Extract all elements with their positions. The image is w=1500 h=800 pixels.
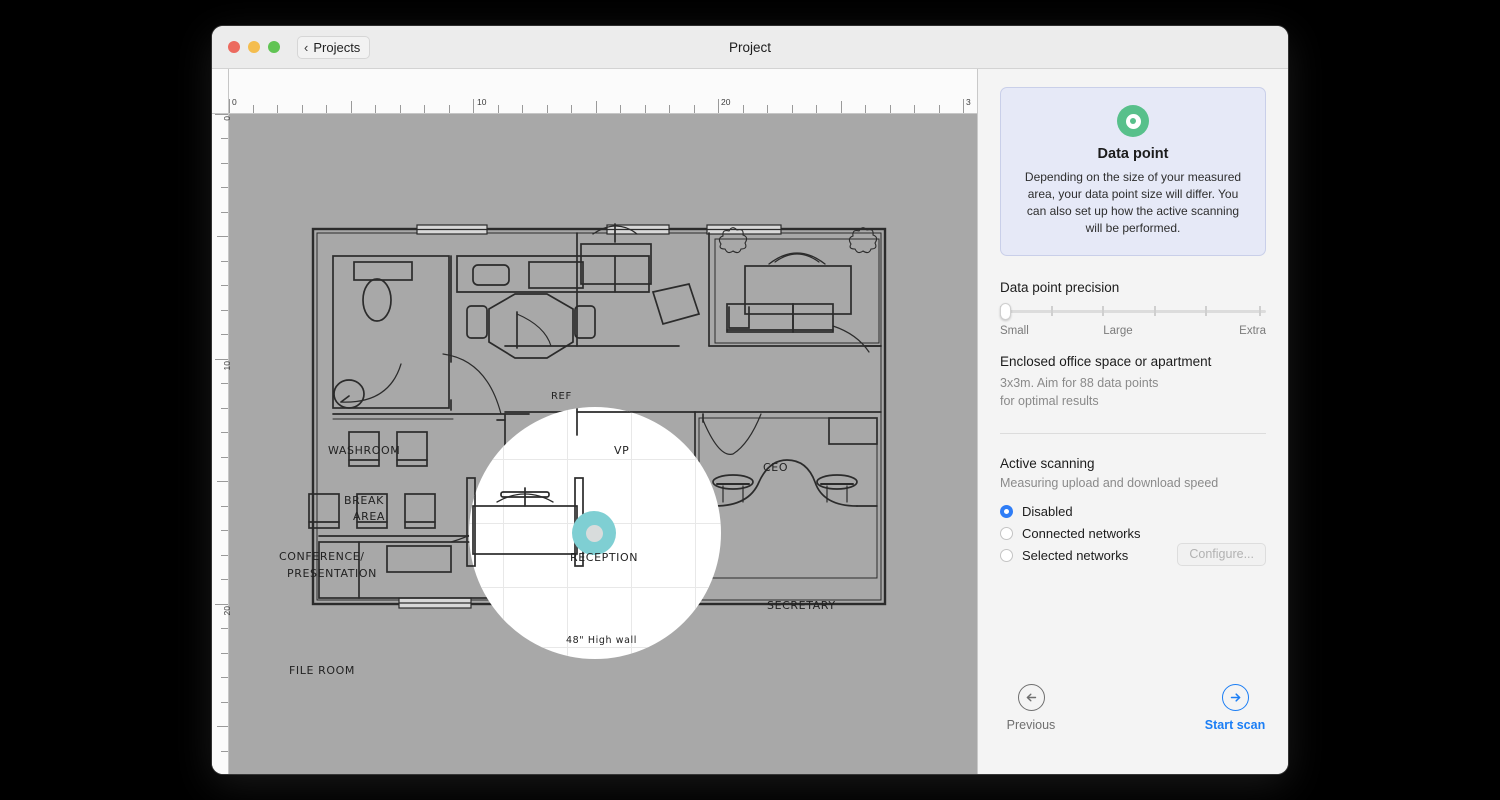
radio-option-connected-networks[interactable]: Connected networks: [1000, 523, 1266, 545]
horizontal-ruler[interactable]: 0 10 20 3: [212, 69, 977, 114]
info-card-title: Data point: [1097, 146, 1169, 162]
label-file-room: FILE ROOM: [289, 664, 355, 677]
data-point-icon: [1117, 105, 1149, 137]
ruler-h-ticks: [229, 99, 964, 113]
ruler-v-label-0: 0: [222, 116, 232, 121]
page-title: Project: [212, 26, 1288, 68]
ruler-v-label-10: 10: [222, 361, 232, 371]
previous-button-label: Previous: [1006, 718, 1056, 732]
label-ceo: CEO: [763, 461, 789, 474]
label-secretary: SECRETARY: [767, 599, 836, 612]
slider-tick-4: [1205, 306, 1207, 317]
slider-label-large: Large: [1103, 325, 1133, 338]
settings-sidebar: Data point Depending on the size of your…: [978, 69, 1288, 774]
radio-option-selected-networks[interactable]: Selected networks Configure...: [1000, 542, 1266, 567]
label-washroom: WASHROOM: [328, 444, 401, 457]
label-high-wall: 48" High wall: [566, 635, 638, 646]
info-card: Data point Depending on the size of your…: [1000, 87, 1266, 257]
data-point-icon-dot: [1130, 118, 1136, 124]
slider-thumb[interactable]: [1000, 303, 1011, 321]
slider-label-extra: Extra: [1239, 325, 1266, 338]
info-card-body: Depending on the size of your measured a…: [1024, 170, 1242, 236]
label-reception: RECEPTION: [570, 551, 639, 564]
ruler-v-ticks: [215, 114, 228, 752]
close-button[interactable]: [228, 41, 240, 53]
ruler-h-label-20: 20: [721, 97, 731, 107]
configure-button[interactable]: Configure...: [1177, 542, 1266, 566]
data-point-marker[interactable]: [572, 511, 616, 555]
ruler-corner: [212, 69, 229, 114]
space-type-line2: for optimal results: [1000, 393, 1099, 408]
radio-disabled-label: Disabled: [1022, 504, 1073, 520]
slider-track: [1000, 310, 1266, 314]
back-button-label: Projects: [313, 39, 361, 55]
space-type-line1: 3x3m. Aim for 88 data points: [1000, 376, 1159, 391]
slider-labels: Small Large Extra: [1000, 325, 1266, 337]
arrow-left-glyph: [1026, 693, 1036, 702]
radio-connected-indicator[interactable]: [1000, 527, 1013, 541]
slider-tick-3: [1154, 306, 1156, 317]
active-scanning-subtitle: Measuring upload and download speed: [1000, 475, 1219, 490]
app-window: ‹ Projects Project WASHROOM BREAK AREA R…: [212, 26, 1288, 774]
space-type-title: Enclosed office space or apartment: [1000, 354, 1212, 370]
space-type-description: 3x3m. Aim for 88 data points for optimal…: [1000, 375, 1266, 411]
slider-label-small: Small: [1000, 325, 1029, 338]
ruler-h-label-0: 0: [232, 97, 237, 107]
radio-connected-label: Connected networks: [1022, 526, 1141, 542]
wizard-footer: Previous Start scan: [1000, 684, 1266, 732]
previous-button[interactable]: Previous: [1000, 684, 1062, 732]
label-area: AREA: [353, 510, 386, 523]
precision-slider[interactable]: [1000, 303, 1266, 321]
active-scanning-title: Active scanning: [1000, 455, 1095, 471]
data-point-core: [585, 524, 603, 542]
start-scan-button[interactable]: Start scan: [1204, 684, 1266, 732]
vertical-ruler[interactable]: 0 10 20: [212, 69, 232, 774]
arrow-right-circle-icon: [1221, 684, 1249, 711]
label-conference: CONFERENCE/: [279, 550, 365, 563]
data-point-icon-ring: [1125, 113, 1141, 129]
radio-selected-label: Selected networks: [1022, 548, 1129, 564]
label-vp: VP: [614, 444, 630, 457]
ruler-h-label-30: 3: [966, 97, 971, 107]
arrow-left-circle-icon: [1017, 684, 1045, 711]
label-ref: REF: [551, 391, 572, 402]
label-break: BREAK: [344, 494, 384, 507]
arrow-right-glyph: [1230, 693, 1240, 702]
chevron-left-icon: ‹: [304, 39, 309, 55]
floorplan-image[interactable]: WASHROOM BREAK AREA REF CEO CONFERENCE/ …: [229, 114, 977, 774]
section-divider: [1000, 432, 1266, 434]
radio-disabled-indicator[interactable]: [1000, 505, 1013, 519]
slider-tick-5: [1259, 306, 1261, 317]
label-presentation: PRESENTATION: [287, 567, 377, 580]
ruler-h-label-10: 10: [477, 97, 487, 107]
precision-section-title: Data point precision: [1000, 280, 1120, 296]
radio-selected-indicator[interactable]: [1000, 549, 1013, 563]
zoom-button[interactable]: [268, 41, 280, 53]
start-scan-button-label: Start scan: [1204, 718, 1266, 732]
slider-tick-1: [1051, 306, 1053, 317]
ruler-v-label-20: 20: [222, 606, 232, 616]
minimize-button[interactable]: [248, 41, 260, 53]
traffic-lights: [228, 41, 280, 53]
window-title-text: Project: [728, 39, 772, 55]
back-to-projects-button[interactable]: ‹ Projects: [297, 35, 371, 59]
window-body: WASHROOM BREAK AREA REF CEO CONFERENCE/ …: [212, 69, 1288, 774]
slider-tick-2: [1102, 306, 1104, 317]
floorplan-canvas[interactable]: WASHROOM BREAK AREA REF CEO CONFERENCE/ …: [212, 69, 978, 774]
titlebar: ‹ Projects Project: [212, 26, 1288, 69]
radio-option-disabled[interactable]: Disabled: [1000, 501, 1266, 523]
